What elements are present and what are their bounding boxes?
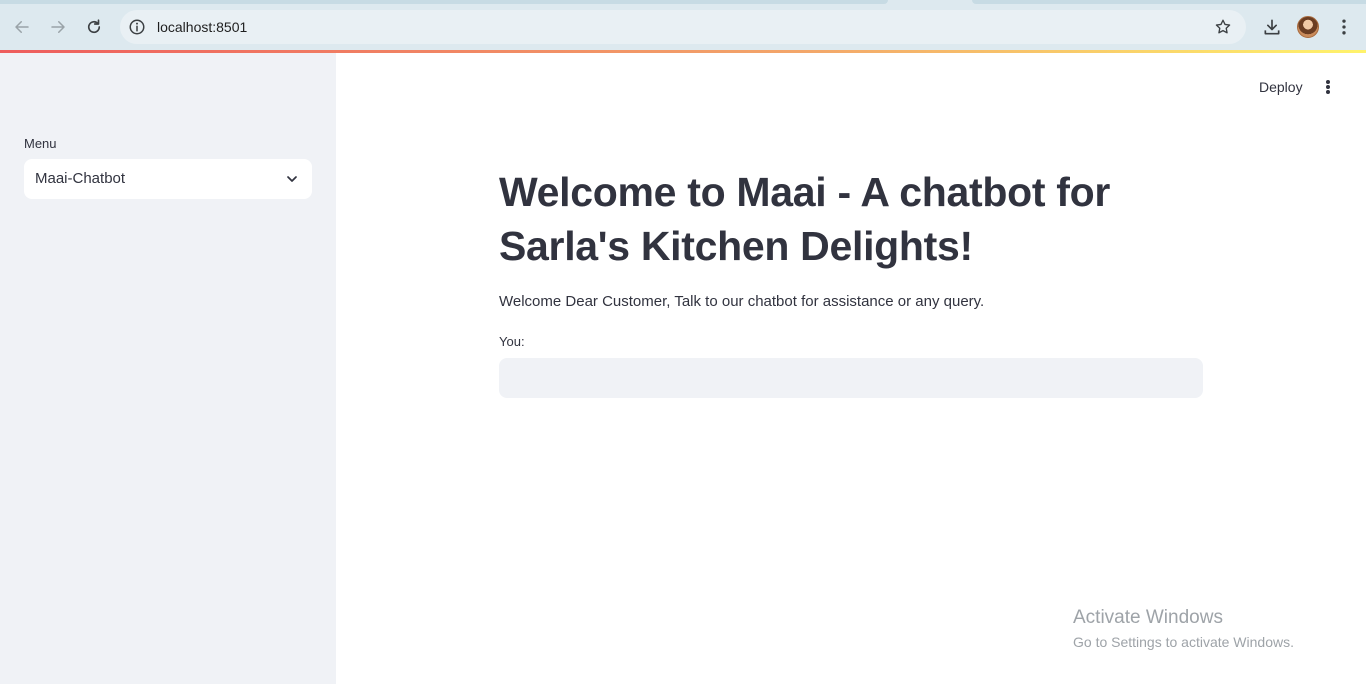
reload-icon[interactable] (81, 14, 107, 40)
menu-label: Menu (24, 136, 57, 151)
deploy-button[interactable]: Deploy (1259, 79, 1303, 95)
url-text[interactable]: localhost:8501 (157, 19, 247, 35)
menu-select-value[interactable]: Maai-Chatbot (35, 170, 125, 187)
watermark-subtitle: Go to Settings to activate Windows. (1073, 634, 1294, 650)
tab-strip (0, 0, 1366, 4)
forward-arrow-icon[interactable] (45, 14, 71, 40)
tab-strip-left[interactable] (0, 0, 888, 4)
bookmark-star-icon[interactable] (1214, 18, 1232, 36)
chevron-down-icon[interactable] (284, 171, 300, 187)
tab-strip-right[interactable] (972, 0, 1366, 4)
main-content: Deploy Welcome to Maai - A chatbot for S… (336, 53, 1366, 684)
menu-select[interactable]: Maai-Chatbot (24, 159, 312, 199)
sidebar: Menu Maai-Chatbot (0, 53, 336, 684)
address-bar[interactable]: localhost:8501 (120, 10, 1246, 44)
browser-menu-icon[interactable] (1333, 16, 1355, 38)
watermark-title: Activate Windows (1073, 607, 1223, 628)
page-subtitle: Welcome Dear Customer, Talk to our chatb… (499, 293, 985, 310)
browser-toolbar: localhost:8501 (0, 0, 1366, 50)
app-menu-icon[interactable] (1320, 77, 1336, 97)
profile-avatar[interactable] (1297, 16, 1319, 38)
page-title: Welcome to Maai - A chatbot for Sarla's … (499, 169, 1111, 269)
back-arrow-icon[interactable] (9, 14, 35, 40)
chat-input-label: You: (499, 334, 525, 349)
chat-input[interactable] (499, 358, 1203, 398)
site-info-icon[interactable] (128, 18, 146, 36)
download-icon[interactable] (1261, 16, 1283, 38)
activate-windows-watermark: Activate Windows Go to Settings to activ… (1073, 607, 1294, 650)
